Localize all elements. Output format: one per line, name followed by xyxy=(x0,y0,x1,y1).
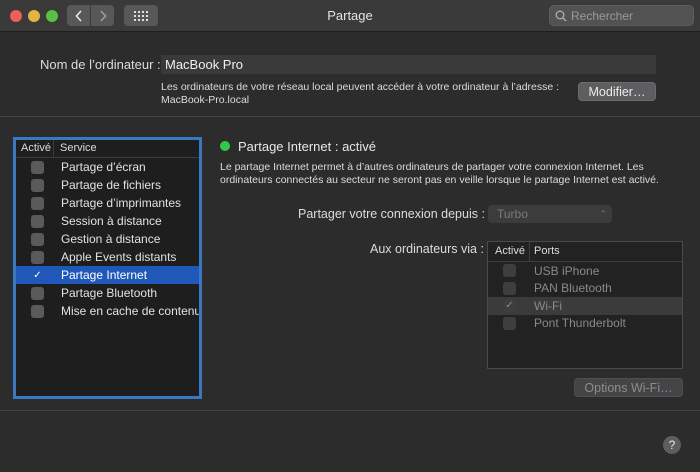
service-row[interactable]: Partage d’écran xyxy=(16,158,199,176)
port-row[interactable]: Pont Thunderbolt xyxy=(488,315,682,333)
help-button[interactable]: ? xyxy=(663,436,681,454)
service-row[interactable]: Partage Bluetooth xyxy=(16,284,199,302)
port-label: Pont Thunderbolt xyxy=(534,316,626,331)
column-header-enabled[interactable]: Activé xyxy=(488,242,530,261)
service-row[interactable]: Partage de fichiers xyxy=(16,176,199,194)
service-description: Le partage Internet permet à d’autres or… xyxy=(220,161,659,186)
computer-name-label: Nom de l’ordinateur : xyxy=(40,57,161,72)
service-checkbox[interactable] xyxy=(31,304,44,318)
service-row[interactable]: Mise en cache de contenu xyxy=(16,302,199,320)
service-checkbox[interactable] xyxy=(31,250,44,264)
share-from-label: Partager votre connexion depuis : xyxy=(298,207,485,221)
service-label: Partage Bluetooth xyxy=(61,286,158,300)
port-checkbox[interactable] xyxy=(503,316,516,330)
ports-list[interactable]: Activé Ports USB iPhone PAN Bluetooth ✓ Wi-… xyxy=(487,241,683,369)
status-dot-icon xyxy=(220,141,230,151)
service-checkbox[interactable]: ✓ xyxy=(31,269,44,282)
title-bar: Partage xyxy=(0,0,700,32)
services-rows: Partage d’écran Partage de fichiers Partag… xyxy=(16,158,199,320)
share-from-value: Turbo xyxy=(497,207,528,221)
service-checkbox[interactable] xyxy=(31,196,44,210)
service-row[interactable]: Apple Events distants xyxy=(16,248,199,266)
port-label: USB iPhone xyxy=(534,263,600,278)
service-label: Mise en cache de contenu xyxy=(61,304,199,318)
wifi-options-button[interactable]: Options Wi-Fi… xyxy=(574,378,683,397)
service-checkbox[interactable] xyxy=(31,286,44,300)
column-header-enabled[interactable]: Activé xyxy=(16,140,54,157)
status-label: Partage Internet : activé xyxy=(238,139,377,154)
service-row[interactable]: ✓ Partage Internet xyxy=(16,266,199,284)
service-checkbox[interactable] xyxy=(31,214,44,228)
port-checkbox[interactable]: ✓ xyxy=(503,299,516,313)
service-label: Session à distance xyxy=(61,214,162,228)
port-label: PAN Bluetooth xyxy=(534,281,612,296)
search-icon xyxy=(555,10,567,22)
service-row[interactable]: Partage d’imprimantes xyxy=(16,194,199,212)
port-checkbox[interactable] xyxy=(503,264,516,278)
computer-name-field[interactable] xyxy=(161,55,656,74)
divider xyxy=(0,410,700,411)
service-label: Partage d’imprimantes xyxy=(61,196,182,210)
address-text: Les ordinateurs de votre réseau local pe… xyxy=(161,81,571,107)
services-list[interactable]: Activé Service Partage d’écran Partage de… xyxy=(13,137,202,399)
service-row[interactable]: Gestion à distance xyxy=(16,230,199,248)
port-checkbox[interactable] xyxy=(503,281,516,295)
address-value: MacBook-Pro.local xyxy=(161,94,250,106)
divider xyxy=(0,116,700,117)
share-from-select[interactable]: Turbo ⌃ xyxy=(488,205,612,223)
port-row[interactable]: USB iPhone xyxy=(488,262,682,280)
service-label: Partage d’écran xyxy=(61,160,146,174)
address-description: Les ordinateurs de votre réseau local pe… xyxy=(161,81,560,93)
ports-header: Activé Ports xyxy=(488,242,682,262)
service-checkbox[interactable] xyxy=(31,160,44,174)
service-label: Partage de fichiers xyxy=(61,178,162,192)
service-label: Gestion à distance xyxy=(61,232,161,246)
to-computers-label: Aux ordinateurs via : xyxy=(370,242,484,256)
search-input[interactable] xyxy=(571,8,691,23)
port-row[interactable]: PAN Bluetooth xyxy=(488,280,682,298)
column-header-service[interactable]: Service xyxy=(54,140,97,157)
search-field[interactable] xyxy=(549,5,694,26)
service-label: Partage Internet xyxy=(61,268,148,282)
service-checkbox[interactable] xyxy=(31,178,44,192)
column-header-ports[interactable]: Ports xyxy=(530,242,560,261)
updown-arrows-icon: ⌃ xyxy=(599,209,607,219)
port-label: Wi-Fi xyxy=(534,298,562,313)
edit-name-button[interactable]: Modifier… xyxy=(578,82,656,101)
service-label: Apple Events distants xyxy=(61,250,177,264)
service-checkbox[interactable] xyxy=(31,232,44,246)
service-row[interactable]: Session à distance xyxy=(16,212,199,230)
services-header: Activé Service xyxy=(16,140,199,158)
ports-rows: USB iPhone PAN Bluetooth ✓ Wi-Fi Pont Thunde… xyxy=(488,262,682,332)
port-row[interactable]: ✓ Wi-Fi xyxy=(488,297,682,315)
